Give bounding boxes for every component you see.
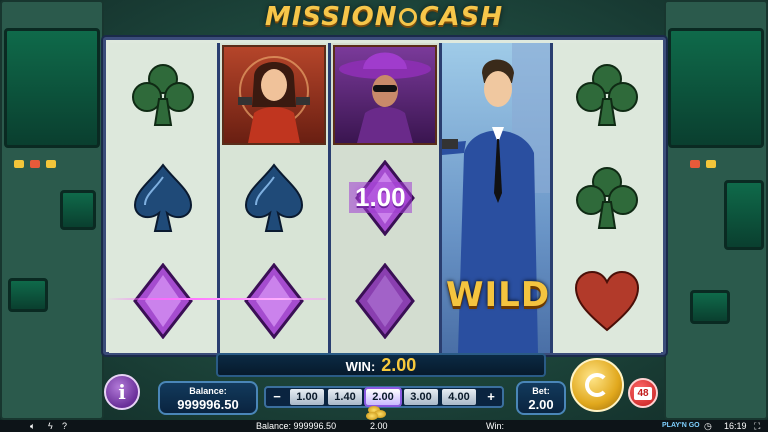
reel-4-wild: WILD [442,43,550,353]
spin-button[interactable] [570,358,624,412]
reel-3: 1.00 [331,43,439,353]
spade-symbol [109,146,217,249]
background-right-monitor [668,28,764,148]
club-icon [576,63,638,126]
autoplay-count: 48 [634,387,652,400]
bet-display: Bet: 2.00 [516,381,566,415]
laser-beam [106,298,326,300]
spade-icon [133,162,193,232]
club-icon [576,166,638,229]
autoplay-button[interactable]: 48 [628,378,658,408]
balance-label: Balance: [189,386,227,396]
background-light [706,160,716,168]
bet-value: 2.00 [528,397,554,412]
background-right-small-monitor [724,180,764,250]
heart-symbol [553,249,661,352]
sound-icon[interactable]: 🔈︎ [30,420,35,432]
logo-text-left: MISSION [264,2,398,32]
club-symbol [553,146,661,249]
bet-option[interactable]: 4.00 [442,389,476,405]
info-button[interactable]: i [104,374,140,410]
status-bar: 🔈︎ ϟ ? Balance: 999996.50 2.00 Win: PLAY… [0,420,768,432]
status-win-label: Win: [486,421,504,431]
background-light [46,160,56,168]
background-left-monitor [4,28,100,148]
woman-portrait-icon [238,56,310,143]
win-display: WIN: 2.00 [216,353,546,377]
wild-label: WILD [446,275,551,315]
clock-time: 16:19 [724,421,747,431]
background-right-lower-monitor [690,290,730,324]
status-balance: Balance: 999996.50 [256,421,337,431]
diamond-symbol [331,249,439,352]
club-icon [132,63,194,126]
brand-logo: PLAY'N GO [662,422,700,429]
symbol-value-badge: 1.00 [349,182,412,213]
woman-hat-portrait-icon [339,52,431,143]
bet-decrease-button[interactable]: − [270,390,284,404]
club-symbol [553,43,661,146]
fullscreen-icon[interactable]: ⛶ [754,420,760,432]
club-symbol [109,43,217,146]
bet-option[interactable]: 1.00 [290,389,324,405]
agent-woman-red-symbol [222,45,326,145]
bet-option[interactable]: 1.40 [328,389,362,405]
balance-display: Balance: 999996.50 [158,381,258,415]
background-left-lower-monitor [8,278,48,312]
bet-increase-button[interactable]: + [484,390,498,404]
bet-option[interactable]: 3.00 [404,389,438,405]
bet-option-selected[interactable]: 2.00 [366,389,400,405]
help-icon[interactable]: ? [62,420,67,432]
reel-5 [553,43,661,353]
reel-1 [109,43,217,353]
status-bet: 2.00 [370,421,388,431]
background-light [30,160,40,168]
background-light [690,160,700,168]
crosshair-icon [399,8,418,26]
diamond-icon [355,262,415,339]
diamond-icon [133,262,193,339]
diamond-symbol [220,249,328,352]
win-label: WIN: [345,359,376,374]
spin-arrows-icon [585,373,609,397]
reel-area: 1.00 WILD [103,37,666,355]
diamond-symbol [109,249,217,352]
reel-2 [220,43,328,353]
spade-symbol [220,146,328,249]
clock-icon: ◷ [704,421,712,431]
diamond-value-symbol: 1.00 [331,146,439,249]
heart-icon [574,270,640,331]
balance-value: 999996.50 [177,397,239,412]
bet-label: Bet: [532,386,550,396]
lightning-icon[interactable]: ϟ [48,420,53,432]
diamond-icon [244,262,304,339]
agent-woman-purple-symbol [333,45,437,145]
logo-text-right: CASH [419,2,504,32]
background-left-small-monitor [60,190,96,230]
win-value: 2.00 [381,355,417,375]
background-light [14,160,24,168]
game-logo: MISSION CASH [0,2,768,36]
spade-icon [244,162,304,232]
